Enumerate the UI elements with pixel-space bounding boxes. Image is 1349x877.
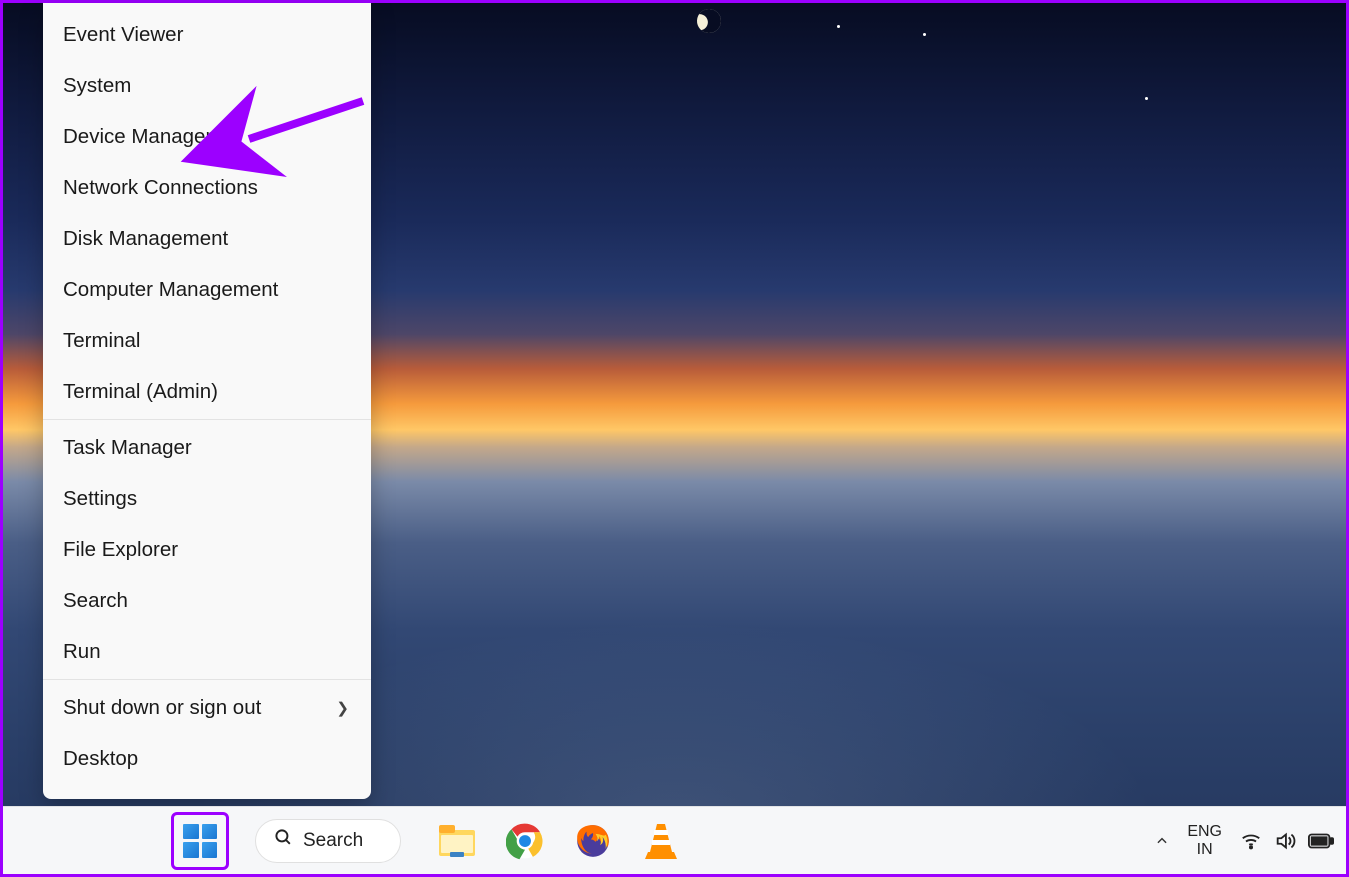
taskbar: Search bbox=[3, 806, 1346, 874]
moon-decoration bbox=[694, 6, 725, 37]
vlc-icon bbox=[643, 822, 679, 860]
chrome-icon bbox=[506, 822, 544, 860]
menu-separator bbox=[43, 419, 371, 420]
menu-item-event-viewer[interactable]: Event Viewer bbox=[43, 9, 371, 60]
system-tray: ENG IN bbox=[1155, 823, 1334, 859]
menu-item-task-manager[interactable]: Task Manager bbox=[43, 422, 371, 473]
menu-item-computer-management[interactable]: Computer Management bbox=[43, 264, 371, 315]
lang-top: ENG bbox=[1187, 823, 1222, 841]
menu-item-search[interactable]: Search bbox=[43, 575, 371, 626]
menu-item-settings[interactable]: Settings bbox=[43, 473, 371, 524]
taskbar-app-file-explorer[interactable] bbox=[437, 821, 477, 861]
menu-separator bbox=[43, 679, 371, 680]
taskbar-app-chrome[interactable] bbox=[505, 821, 545, 861]
language-indicator[interactable]: ENG IN bbox=[1187, 823, 1222, 859]
menu-item-shut-down-or-sign-out[interactable]: Shut down or sign out ❯ bbox=[43, 682, 371, 733]
menu-item-label: Shut down or sign out bbox=[63, 696, 261, 720]
menu-item-label: Computer Management bbox=[63, 278, 278, 302]
menu-item-label: Desktop bbox=[63, 747, 138, 771]
menu-item-label: Settings bbox=[63, 487, 137, 511]
tray-status-icons[interactable] bbox=[1240, 830, 1334, 852]
menu-item-run[interactable]: Run bbox=[43, 626, 371, 677]
start-button[interactable] bbox=[171, 812, 229, 870]
search-icon bbox=[274, 828, 293, 853]
menu-item-label: Task Manager bbox=[63, 436, 192, 460]
windows-logo-icon bbox=[183, 824, 217, 858]
menu-item-label: Event Viewer bbox=[63, 23, 183, 47]
menu-item-label: Terminal (Admin) bbox=[63, 380, 218, 404]
star-decoration bbox=[923, 33, 926, 36]
volume-icon bbox=[1274, 830, 1296, 852]
power-user-menu: Event Viewer System Device Manager Netwo… bbox=[43, 3, 371, 799]
menu-item-label: File Explorer bbox=[63, 538, 178, 562]
taskbar-pinned-apps bbox=[437, 821, 681, 861]
battery-icon bbox=[1308, 832, 1334, 850]
menu-item-label: Run bbox=[63, 640, 101, 664]
menu-item-device-manager[interactable]: Device Manager bbox=[43, 111, 371, 162]
menu-item-label: System bbox=[63, 74, 131, 98]
star-decoration bbox=[1145, 97, 1148, 100]
menu-item-label: Terminal bbox=[63, 329, 140, 353]
taskbar-app-vlc[interactable] bbox=[641, 821, 681, 861]
taskbar-center-group: Search bbox=[171, 812, 681, 870]
wifi-icon bbox=[1240, 830, 1262, 852]
menu-item-terminal-admin[interactable]: Terminal (Admin) bbox=[43, 366, 371, 417]
menu-item-label: Device Manager bbox=[63, 125, 212, 149]
search-label: Search bbox=[303, 830, 363, 852]
chevron-up-icon bbox=[1155, 834, 1169, 848]
taskbar-search[interactable]: Search bbox=[255, 819, 401, 863]
chevron-right-icon: ❯ bbox=[336, 699, 349, 717]
menu-item-desktop[interactable]: Desktop bbox=[43, 733, 371, 784]
menu-item-disk-management[interactable]: Disk Management bbox=[43, 213, 371, 264]
menu-item-label: Search bbox=[63, 589, 128, 613]
lang-bottom: IN bbox=[1187, 841, 1222, 859]
firefox-icon bbox=[574, 822, 612, 860]
star-decoration bbox=[837, 25, 840, 28]
file-explorer-icon bbox=[438, 824, 476, 858]
tray-overflow-button[interactable] bbox=[1155, 834, 1169, 848]
menu-item-system[interactable]: System bbox=[43, 60, 371, 111]
menu-item-terminal[interactable]: Terminal bbox=[43, 315, 371, 366]
taskbar-app-firefox[interactable] bbox=[573, 821, 613, 861]
menu-item-label: Disk Management bbox=[63, 227, 228, 251]
menu-item-label: Network Connections bbox=[63, 176, 258, 200]
menu-item-network-connections[interactable]: Network Connections bbox=[43, 162, 371, 213]
menu-item-file-explorer[interactable]: File Explorer bbox=[43, 524, 371, 575]
